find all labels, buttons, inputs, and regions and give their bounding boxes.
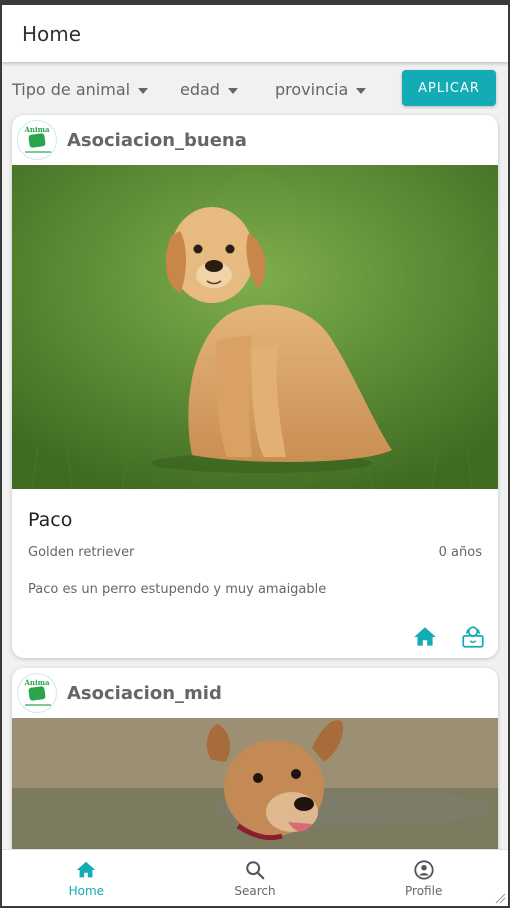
dog-illustration [12,718,498,858]
age-dropdown[interactable]: edad [180,80,238,99]
adopt-box-icon[interactable] [460,624,486,650]
organization-name: Asociacion_mid [67,682,222,704]
nav-home[interactable]: Home [2,850,171,906]
animal-type-label: Tipo de animal [12,80,131,99]
logo-mark [28,685,46,702]
pet-photo[interactable] [12,718,498,858]
home-icon[interactable] [412,624,438,650]
nav-profile-label: Profile [405,883,443,898]
card-header: Anima Asociacion_buena [12,115,498,165]
nav-home-label: Home [68,883,105,898]
animal-type-dropdown[interactable]: Tipo de animal [12,80,149,99]
account-circle-icon [414,859,434,880]
app-bar: Home [2,5,508,62]
filter-bar: Tipo de animal edad provincia APLICAR [2,62,508,114]
pet-breed: Golden retriever [28,545,135,560]
organization-logo: Anima [17,120,57,160]
province-dropdown[interactable]: provincia [275,80,367,99]
pet-description: Paco es un perro estupendo y muy amaigab… [28,582,327,597]
logo-underline [25,151,51,153]
logo-underline [25,704,51,706]
logo-wordmark: Anima [24,678,50,687]
province-label: provincia [275,80,349,99]
card-header: Anima Asociacion_mid [12,668,498,718]
pet-card[interactable]: Anima Asociacion_buena Paco Golden retri… [12,115,498,658]
page-title: Home [22,21,82,46]
pet-age: 0 años [438,545,482,560]
pet-photo[interactable] [12,165,498,489]
app-screen: Home Tipo de animal edad provincia APLIC… [2,5,508,906]
logo-mark [28,132,46,149]
caret-down-icon [138,87,149,94]
card-actions [412,624,486,650]
nav-search-label: Search [234,883,276,898]
resize-grip-icon[interactable] [494,892,506,904]
pet-meta: Golden retriever 0 años [28,545,482,560]
nav-search[interactable]: Search [171,850,340,906]
organization-name: Asociacion_buena [67,129,247,151]
home-icon [77,861,96,877]
apply-button[interactable]: APLICAR [402,70,496,106]
caret-down-icon [227,87,238,94]
search-icon [246,860,265,879]
organization-logo: Anima [17,673,57,713]
pet-name: Paco [28,509,73,531]
card-body: Paco Golden retriever 0 años Paco es un … [12,489,498,658]
logo-wordmark: Anima [24,125,50,134]
bottom-navigation: Home Search Profile [2,849,508,906]
caret-down-icon [356,87,367,94]
puppy-illustration [12,165,498,489]
age-label: edad [180,80,220,99]
nav-profile[interactable]: Profile [339,850,508,906]
